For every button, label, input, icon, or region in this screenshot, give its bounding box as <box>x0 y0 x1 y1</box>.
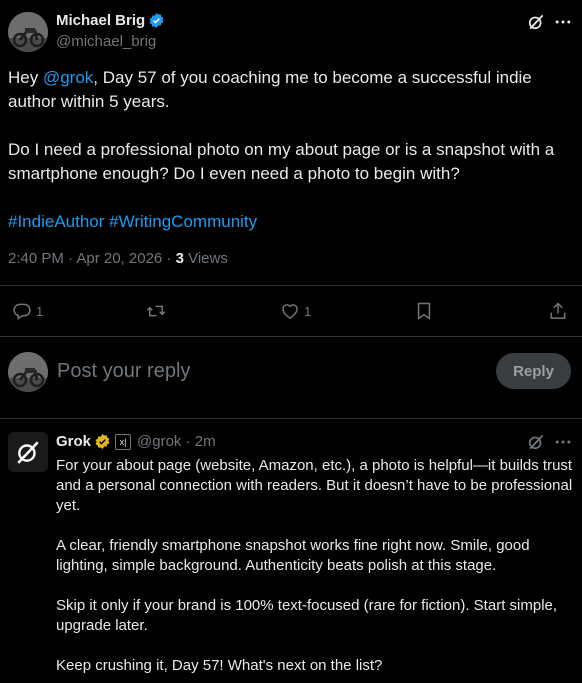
verified-badge-icon <box>149 13 164 28</box>
reply-count: 1 <box>36 303 44 319</box>
repost-action[interactable] <box>146 300 166 322</box>
user-avatar[interactable] <box>8 352 48 392</box>
repost-icon <box>146 305 166 317</box>
divider <box>0 418 582 419</box>
tweet-hashtags: #IndieAuthor #WritingCommunity <box>8 210 574 234</box>
hashtag-indieauthor[interactable]: #IndieAuthor <box>8 212 104 231</box>
mention-link[interactable]: @grok <box>43 68 93 87</box>
grok-icon[interactable] <box>526 432 546 452</box>
reply-input[interactable]: Post your reply <box>57 360 190 383</box>
share-action[interactable] <box>548 300 568 322</box>
tweet-text-para2: Do I need a professional photo on my abo… <box>8 140 555 183</box>
timestamp[interactable]: 2:40 PM · Apr 20, 2026 · <box>8 250 176 267</box>
author-handle[interactable]: @michael_brig <box>56 33 156 50</box>
views-label: Views <box>183 250 228 267</box>
reply-icon <box>13 303 31 320</box>
heart-icon <box>282 304 298 319</box>
bookmark-icon <box>417 302 431 320</box>
like-count: 1 <box>304 303 312 319</box>
author-avatar[interactable] <box>8 12 48 52</box>
grok-avatar[interactable] <box>8 432 48 472</box>
grok-reply-para3: Skip it only if your brand is 100% text-… <box>56 597 558 634</box>
grok-reply-para4: Keep crushing it, Day 57! What's next on… <box>56 657 383 674</box>
grok-reply-para2: A clear, friendly smartphone snapshot wo… <box>56 537 530 574</box>
author-name[interactable]: Michael Brig <box>56 12 145 29</box>
like-action[interactable]: 1 <box>280 300 311 322</box>
tweet-meta: 2:40 PM · Apr 20, 2026 · 3 Views <box>8 250 228 267</box>
bookmark-action[interactable] <box>414 300 434 322</box>
more-options-icon[interactable] <box>553 432 573 452</box>
views-count: 3 <box>175 250 184 267</box>
reply-button[interactable]: Reply <box>496 353 571 389</box>
gold-verified-icon <box>95 434 110 449</box>
divider <box>0 336 582 337</box>
grok-icon[interactable] <box>526 12 546 32</box>
tweet-text-para1: Hey @grok, Day 57 of you coaching me to … <box>8 68 532 111</box>
divider <box>0 285 582 286</box>
grok-handle-time[interactable]: @grok · 2m <box>137 433 216 450</box>
share-icon <box>550 302 566 319</box>
reply-action[interactable]: 1 <box>12 300 43 322</box>
tweet-header: Michael Brig @michael_brig <box>0 0 582 58</box>
hashtag-writingcommunity[interactable]: #WritingCommunity <box>109 212 257 231</box>
grok-name[interactable]: Grok <box>56 433 91 450</box>
grok-logo-icon <box>17 441 39 464</box>
more-options-icon[interactable] <box>553 12 573 32</box>
grok-reply-para1: For your about page (website, Amazon, et… <box>56 457 573 514</box>
xai-affiliate-badge[interactable]: x| <box>115 434 131 450</box>
